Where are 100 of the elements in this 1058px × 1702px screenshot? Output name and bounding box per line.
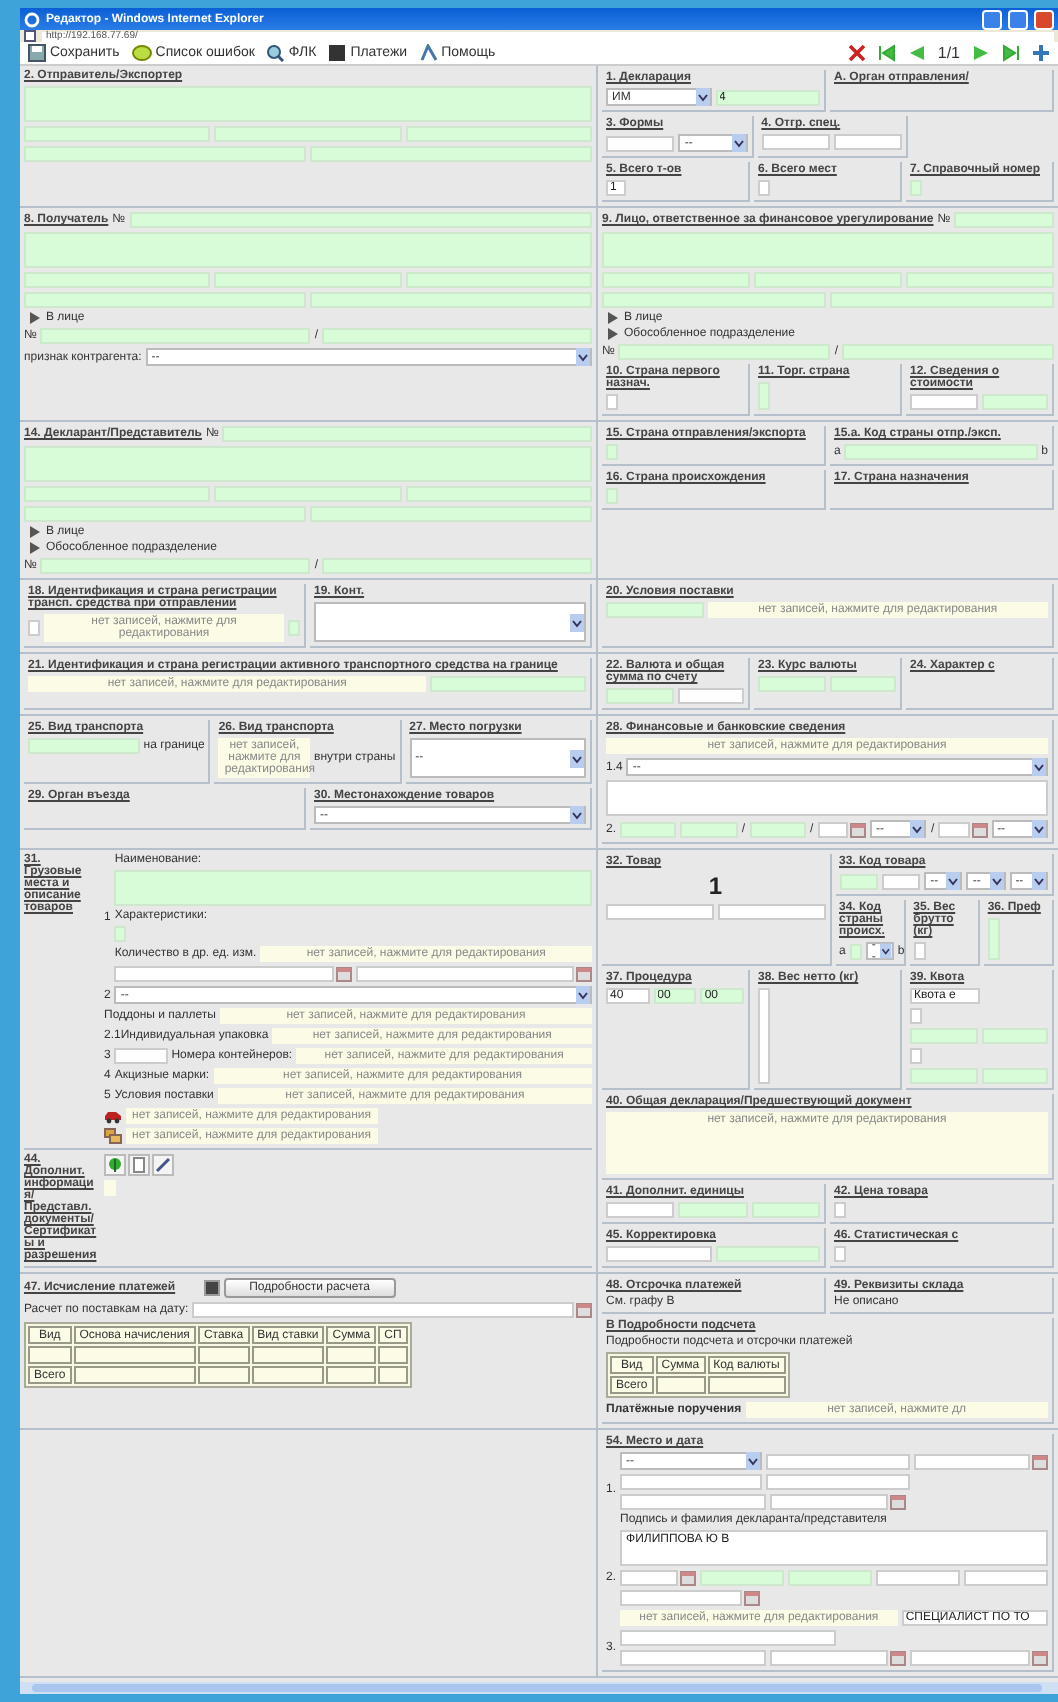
input-field[interactable]	[829, 676, 896, 692]
close-button[interactable]	[1034, 9, 1054, 29]
input-field[interactable]	[981, 1028, 1048, 1044]
input-field[interactable]	[606, 444, 618, 460]
input-field[interactable]	[849, 943, 862, 959]
input-field[interactable]	[680, 821, 738, 837]
input-field[interactable]	[981, 1068, 1048, 1084]
input-field[interactable]	[620, 1494, 766, 1510]
input-field[interactable]	[700, 1570, 785, 1586]
calendar-icon[interactable]	[1031, 1650, 1048, 1666]
calendar-icon[interactable]	[850, 821, 867, 837]
calendar-icon[interactable]	[335, 966, 352, 982]
input-field[interactable]	[288, 620, 300, 636]
input-field[interactable]	[606, 1202, 675, 1218]
input-field[interactable]	[214, 486, 402, 502]
input-field[interactable]	[24, 506, 306, 522]
calendar-icon[interactable]	[744, 1590, 761, 1606]
text-area[interactable]	[602, 232, 1054, 268]
input-field[interactable]	[24, 146, 306, 162]
input-field[interactable]	[28, 620, 40, 636]
input-field[interactable]	[214, 272, 402, 288]
date-field[interactable]	[769, 1494, 889, 1510]
text-area[interactable]	[24, 232, 592, 268]
date-field[interactable]	[913, 1453, 1030, 1469]
input-field[interactable]	[620, 1474, 763, 1490]
input-field[interactable]	[830, 292, 1054, 308]
input-field[interactable]	[749, 821, 806, 837]
input-field[interactable]	[913, 942, 926, 960]
date-field[interactable]	[620, 1590, 743, 1606]
input-field[interactable]	[24, 292, 306, 308]
input-field[interactable]	[620, 1650, 766, 1666]
input-field[interactable]	[40, 328, 311, 344]
dropdown[interactable]	[314, 602, 586, 642]
input-field[interactable]	[910, 1048, 922, 1064]
input-field[interactable]	[620, 821, 677, 837]
first-page-icon[interactable]	[877, 44, 896, 62]
input-field[interactable]	[114, 926, 127, 942]
input-field[interactable]	[24, 272, 211, 288]
horizontal-scrollbar[interactable]	[20, 1682, 1058, 1694]
text-area[interactable]	[24, 86, 592, 122]
input-field[interactable]	[606, 135, 675, 151]
date-field[interactable]	[192, 1302, 574, 1318]
input-field[interactable]	[310, 292, 592, 308]
input-field[interactable]	[754, 272, 902, 288]
calendar-icon[interactable]	[890, 1494, 907, 1510]
input-field[interactable]	[987, 918, 1000, 960]
input-field[interactable]	[129, 212, 592, 228]
input-field[interactable]	[910, 1028, 977, 1044]
calendar-icon[interactable]	[971, 821, 988, 837]
input-field[interactable]	[715, 1246, 820, 1262]
date-field[interactable]	[620, 1570, 679, 1586]
input-field[interactable]	[602, 292, 826, 308]
calendar-icon[interactable]	[576, 966, 592, 982]
input-field[interactable]	[405, 486, 592, 502]
input-field[interactable]	[606, 688, 673, 704]
input-field[interactable]	[910, 1008, 922, 1024]
input-field[interactable]	[677, 688, 744, 704]
maximize-button[interactable]	[1008, 9, 1028, 29]
input-field[interactable]	[788, 1570, 873, 1586]
add-icon[interactable]	[1032, 44, 1050, 62]
input-field[interactable]	[322, 328, 593, 344]
input-field[interactable]	[910, 1068, 977, 1084]
input-field[interactable]	[881, 873, 921, 889]
input-field[interactable]	[910, 180, 922, 196]
input-field[interactable]	[834, 1246, 846, 1262]
input-field[interactable]	[114, 1048, 168, 1064]
input-field[interactable]	[214, 126, 402, 142]
input-field[interactable]	[766, 1453, 910, 1469]
input-field[interactable]	[906, 272, 1054, 288]
input-field[interactable]	[602, 272, 750, 288]
input-field[interactable]	[758, 988, 770, 1084]
calendar-icon[interactable]	[680, 1570, 697, 1586]
input-field[interactable]	[620, 1630, 837, 1646]
date-field[interactable]	[355, 966, 574, 982]
input-field[interactable]	[310, 506, 592, 522]
input-field[interactable]	[981, 394, 1048, 410]
calendar-icon[interactable]	[890, 1650, 907, 1666]
input-field[interactable]	[910, 394, 977, 410]
close-icon[interactable]	[847, 44, 866, 62]
text-area[interactable]	[606, 780, 1048, 816]
date-field[interactable]	[114, 966, 334, 982]
input-field[interactable]	[876, 1570, 961, 1586]
input-field[interactable]	[758, 382, 770, 410]
input-field[interactable]	[606, 488, 618, 504]
input-field[interactable]	[678, 1202, 748, 1218]
input-field[interactable]	[717, 904, 825, 920]
input-field[interactable]	[758, 676, 825, 692]
date-field[interactable]	[769, 1650, 889, 1666]
input-field[interactable]	[618, 344, 831, 360]
input-field[interactable]	[40, 558, 311, 574]
input-field[interactable]	[222, 426, 592, 442]
input-field[interactable]	[761, 134, 831, 150]
calendar-icon[interactable]	[576, 1302, 592, 1318]
last-page-icon[interactable]	[1002, 44, 1020, 62]
text-area[interactable]	[24, 446, 592, 482]
input-field[interactable]	[405, 272, 592, 288]
input-field[interactable]	[964, 1570, 1049, 1586]
input-field[interactable]	[606, 394, 618, 410]
input-field[interactable]	[834, 134, 903, 150]
calendar-icon[interactable]	[1032, 1453, 1048, 1469]
